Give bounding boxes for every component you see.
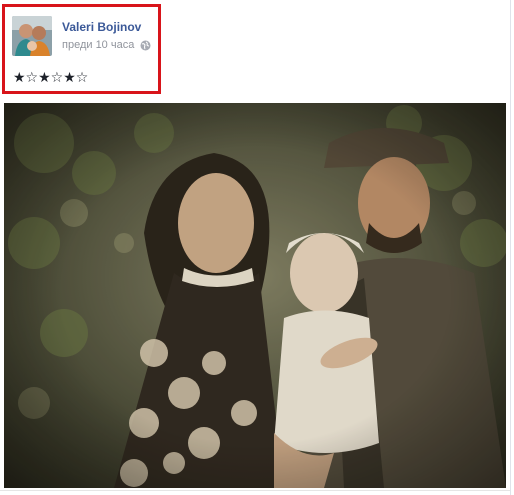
post-photo[interactable] [4,103,506,488]
highlight-box [2,4,161,94]
post-divider [0,490,510,491]
family-photo-image [4,103,506,488]
feed-post: Valeri Bojinov преди 10 часа ★☆★☆★☆ [0,0,511,495]
